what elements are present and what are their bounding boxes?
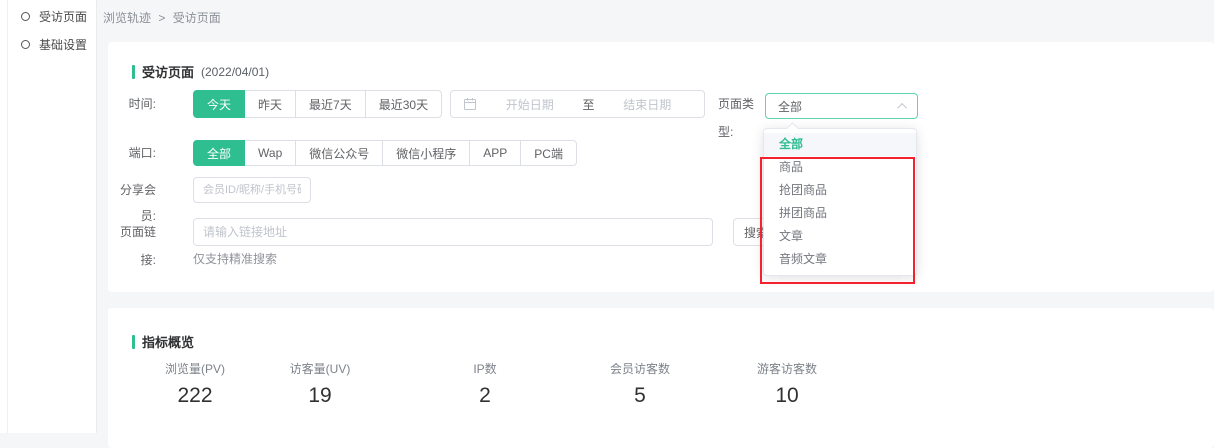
calendar-icon <box>463 97 477 111</box>
title-accent-bar <box>132 65 135 79</box>
port-option-wap[interactable]: Wap <box>244 140 296 166</box>
page-type-select[interactable]: 全部 <box>765 93 918 119</box>
sidebar-item-label: 受访页面 <box>39 8 87 25</box>
port-button-group: 全部 Wap 微信公众号 微信小程序 APP PC端 <box>193 140 577 166</box>
search-hint: 仅支持精准搜索 <box>193 250 277 267</box>
filter-card: 受访页面 (2022/04/01) 时间: 今天 昨天 最近7天 最近30天 开… <box>108 42 1214 292</box>
share-member-row: 分享会员: <box>108 177 1214 203</box>
page-type-label: 页面类型: <box>718 90 768 146</box>
port-filter-row: 端口: 全部 Wap 微信公众号 微信小程序 APP PC端 <box>108 140 1214 166</box>
title-date-note: (2022/04/01) <box>201 65 269 79</box>
share-member-input[interactable] <box>193 177 311 203</box>
time-option-yesterday[interactable]: 昨天 <box>244 90 296 118</box>
breadcrumb-parent[interactable]: 浏览轨迹 <box>103 11 151 25</box>
page-type-dropdown: 全部 商品 抢团商品 拼团商品 文章 音频文章 <box>763 128 917 276</box>
sidebar-item-visited-pages[interactable]: 受访页面 <box>0 2 96 30</box>
time-option-last30days[interactable]: 最近30天 <box>365 90 442 118</box>
page-type-selected-value: 全部 <box>778 98 900 115</box>
sidebar-divider <box>7 0 8 433</box>
metrics-card-title: 指标概览 <box>132 332 194 351</box>
stat-value: 5 <box>610 384 670 408</box>
stat-guest-visitors: 游客访客数 10 <box>757 360 817 408</box>
sidebar-item-label: 基础设置 <box>39 36 87 53</box>
sidebar-item-basic-settings[interactable]: 基础设置 <box>0 30 96 58</box>
pagetype-option-audio-article[interactable]: 音频文章 <box>764 248 916 271</box>
stat-pv: 浏览量(PV) 222 <box>165 360 225 408</box>
page-title: 受访页面 <box>142 62 194 81</box>
stat-member-visitors: 会员访客数 5 <box>610 360 670 408</box>
page-link-input[interactable] <box>193 218 713 246</box>
stat-value: 2 <box>473 384 496 408</box>
port-option-all[interactable]: 全部 <box>193 140 245 166</box>
stat-ip: IP数 2 <box>473 360 496 408</box>
breadcrumb-separator: > <box>158 11 165 25</box>
circle-icon <box>21 40 30 49</box>
date-range-separator: 至 <box>583 96 595 113</box>
filter-card-title: 受访页面 (2022/04/01) <box>132 62 269 81</box>
stat-label: 游客访客数 <box>757 360 817 377</box>
pagetype-option-grab-group-goods[interactable]: 抢团商品 <box>764 179 916 202</box>
time-filter-row: 时间: 今天 昨天 最近7天 最近30天 开始日期 至 结束日期 页面类型: 全… <box>108 90 1214 118</box>
stat-value: 10 <box>757 384 817 408</box>
time-option-today[interactable]: 今天 <box>193 90 245 118</box>
time-filter-label: 时间: <box>108 90 156 118</box>
stat-uv: 访客量(UV) 19 <box>290 360 351 408</box>
port-option-pc[interactable]: PC端 <box>520 140 577 166</box>
date-range-picker[interactable]: 开始日期 至 结束日期 <box>450 90 705 118</box>
stat-label: 会员访客数 <box>610 360 670 377</box>
page-link-row: 页面链接: 搜索 <box>108 218 1214 246</box>
date-end-placeholder[interactable]: 结束日期 <box>603 96 693 113</box>
metrics-card: 指标概览 浏览量(PV) 222 访客量(UV) 19 IP数 2 会员访客数 … <box>108 308 1214 448</box>
port-option-wechat-mini[interactable]: 微信小程序 <box>382 140 470 166</box>
pagetype-option-goods[interactable]: 商品 <box>764 156 916 179</box>
time-button-group: 今天 昨天 最近7天 最近30天 <box>193 90 442 118</box>
stat-label: 访客量(UV) <box>290 360 351 377</box>
breadcrumb-current: 受访页面 <box>173 11 221 25</box>
date-start-placeholder[interactable]: 开始日期 <box>485 96 575 113</box>
pagetype-option-pin-group-goods[interactable]: 拼团商品 <box>764 202 916 225</box>
stat-label: 浏览量(PV) <box>165 360 225 377</box>
title-accent-bar <box>132 335 135 349</box>
stat-label: IP数 <box>473 360 496 377</box>
circle-icon <box>21 12 30 21</box>
pagetype-option-article[interactable]: 文章 <box>764 225 916 248</box>
stat-value: 19 <box>290 384 351 408</box>
breadcrumb: 浏览轨迹 > 受访页面 <box>103 9 225 26</box>
pagetype-option-all[interactable]: 全部 <box>764 133 916 156</box>
sidebar: 受访页面 基础设置 <box>0 0 97 433</box>
stat-value: 222 <box>165 384 225 408</box>
port-option-wechat-official[interactable]: 微信公众号 <box>295 140 383 166</box>
metrics-title: 指标概览 <box>142 332 194 351</box>
port-option-app[interactable]: APP <box>469 140 521 166</box>
port-filter-label: 端口: <box>108 140 156 166</box>
time-option-last7days[interactable]: 最近7天 <box>295 90 366 118</box>
page-link-label: 页面链接: <box>108 218 156 274</box>
